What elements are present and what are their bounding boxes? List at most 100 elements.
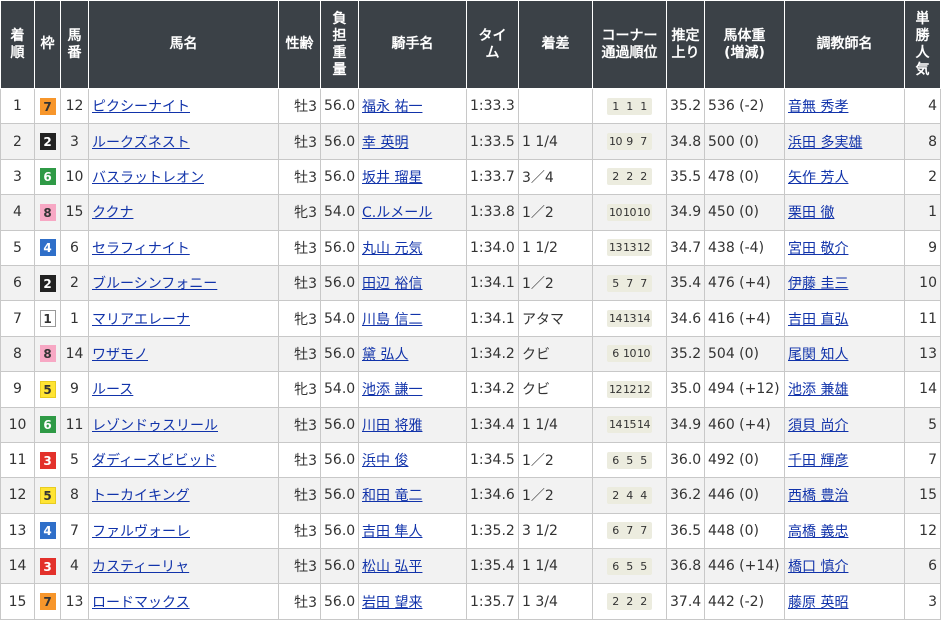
trainer-link[interactable]: 須貝 尚介 [788, 418, 848, 434]
horse-link[interactable]: バスラットレオン [92, 170, 204, 186]
sexage-cell: 牝3 [278, 300, 321, 337]
corner-position: 2 [612, 595, 619, 609]
trainer-cell: 千田 輝彦 [784, 441, 905, 479]
waku-cell: 5 [34, 477, 61, 514]
corner-positions: 655 [607, 451, 652, 469]
waku-cell: 6 [34, 158, 61, 196]
waku-cell: 2 [34, 123, 61, 160]
corner-position: 13 [623, 241, 637, 255]
jockey-link[interactable]: 和田 竜二 [362, 488, 422, 504]
horse-cell: ピクシーナイト [88, 87, 279, 125]
header-margin: 着差 [518, 0, 593, 89]
horse-link[interactable]: トーカイキング [92, 488, 190, 504]
horse-cell: ファルヴォーレ [88, 512, 279, 550]
horse-link[interactable]: ブルーシンフォニー [92, 276, 217, 292]
bodyweight-cell: 446 (0) [704, 477, 785, 514]
last-cell: 34.6 [666, 300, 705, 337]
jockey-cell: 吉田 隼人 [358, 512, 467, 550]
corner-cell: 13 13 12 [592, 229, 667, 266]
corner-position: 1 [640, 99, 647, 113]
weight-cell: 56.0 [320, 264, 359, 302]
jockey-link[interactable]: 松山 弘平 [362, 559, 422, 575]
sexage-cell: 牡3 [278, 123, 321, 160]
waku-cell: 8 [34, 335, 61, 373]
corner-positions: 111 [607, 97, 652, 115]
trainer-link[interactable]: 藤原 英昭 [788, 595, 848, 611]
trainer-link[interactable]: 橋口 慎介 [788, 559, 848, 575]
trainer-link[interactable]: 伊藤 圭三 [788, 276, 848, 292]
jockey-link[interactable]: 岩田 望来 [362, 595, 422, 611]
trainer-link[interactable]: 西橋 豊治 [788, 488, 848, 504]
corner-position: 5 [640, 453, 647, 467]
jockey-link[interactable]: 吉田 隼人 [362, 524, 422, 540]
sexage-cell: 牡3 [278, 583, 321, 620]
corner-position: 1 [612, 99, 619, 113]
time-cell: 1:34.6 [466, 477, 519, 514]
time-cell: 1:35.2 [466, 512, 519, 550]
jockey-cell: 田辺 裕信 [358, 264, 467, 302]
horse-cell: トーカイキング [88, 477, 279, 514]
horse-link[interactable]: ピクシーナイト [92, 99, 190, 115]
waku-cell: 3 [34, 441, 61, 479]
trainer-cell: 尾関 知人 [784, 335, 905, 373]
horse-link[interactable]: ファルヴォーレ [92, 524, 190, 540]
rank-cell: 2 [0, 123, 35, 160]
bodyweight-cell: 478 (0) [704, 158, 785, 196]
horse-cell: カスティーリャ [88, 548, 279, 585]
jockey-link[interactable]: 川田 将雅 [362, 418, 422, 434]
header-waku: 枠 [34, 0, 61, 89]
jockey-link[interactable]: 丸山 元気 [362, 241, 422, 257]
horse-link[interactable]: レゾンドゥスリール [92, 418, 218, 434]
trainer-link[interactable]: 音無 秀孝 [788, 99, 848, 115]
umaban-cell: 6 [60, 229, 89, 266]
trainer-link[interactable]: 宮田 敬介 [788, 241, 848, 257]
trainer-link[interactable]: 栗田 徹 [788, 205, 834, 221]
jockey-link[interactable]: 浜中 俊 [362, 453, 408, 469]
corner-position: 10 [623, 347, 637, 361]
trainer-link[interactable]: 矢作 芳人 [788, 170, 848, 186]
corner-positions: 222 [607, 168, 652, 186]
horse-link[interactable]: ワザモノ [92, 347, 148, 363]
sexage-cell: 牡3 [278, 548, 321, 585]
horse-link[interactable]: セラフィナイト [92, 241, 190, 257]
weight-cell: 54.0 [320, 371, 359, 408]
horse-link[interactable]: ダディーズビビッド [92, 453, 216, 469]
jockey-link[interactable]: 川島 信二 [362, 312, 422, 328]
weight-cell: 56.0 [320, 335, 359, 373]
time-cell: 1:33.7 [466, 158, 519, 196]
jockey-link[interactable]: 福永 祐一 [362, 99, 422, 115]
jockey-link[interactable]: C.ルメール [362, 205, 432, 221]
bodyweight-cell: 492 (0) [704, 441, 785, 479]
horse-cell: ワザモノ [88, 335, 279, 373]
trainer-link[interactable]: 浜田 多実雄 [788, 135, 862, 151]
jockey-link[interactable]: 池添 謙一 [362, 382, 422, 398]
waku-cell: 1 [34, 300, 61, 337]
trainer-link[interactable]: 千田 輝彦 [788, 453, 848, 469]
trainer-link[interactable]: 吉田 直弘 [788, 312, 848, 328]
trainer-link[interactable]: 尾関 知人 [788, 347, 848, 363]
horse-link[interactable]: ロードマックス [92, 595, 190, 611]
umaban-cell: 5 [60, 441, 89, 479]
time-cell: 1:34.4 [466, 406, 519, 443]
jockey-link[interactable]: 黛 弘人 [362, 347, 408, 363]
corner-cell: 6 10 10 [592, 335, 667, 373]
weight-cell: 56.0 [320, 441, 359, 479]
waku-badge: 6 [39, 416, 56, 434]
time-cell: 1:34.2 [466, 371, 519, 408]
jockey-link[interactable]: 坂井 瑠星 [362, 170, 422, 186]
horse-link[interactable]: ルークズネスト [92, 135, 190, 151]
last-cell: 36.0 [666, 441, 705, 479]
trainer-link[interactable]: 高橋 義忠 [788, 524, 848, 540]
rank-cell: 12 [0, 477, 35, 514]
horse-link[interactable]: カスティーリャ [92, 559, 189, 575]
horse-link[interactable]: ルース [92, 382, 133, 398]
weight-cell: 56.0 [320, 583, 359, 620]
jockey-link[interactable]: 幸 英明 [362, 135, 408, 151]
jockey-link[interactable]: 田辺 裕信 [362, 276, 422, 292]
trainer-link[interactable]: 池添 兼雄 [788, 382, 848, 398]
trainer-cell: 宮田 敬介 [784, 229, 905, 266]
horse-link[interactable]: ククナ [92, 205, 133, 221]
horse-link[interactable]: マリアエレーナ [92, 312, 190, 328]
umaban-cell: 7 [60, 512, 89, 550]
margin-cell: 3 1/2 [518, 512, 593, 550]
